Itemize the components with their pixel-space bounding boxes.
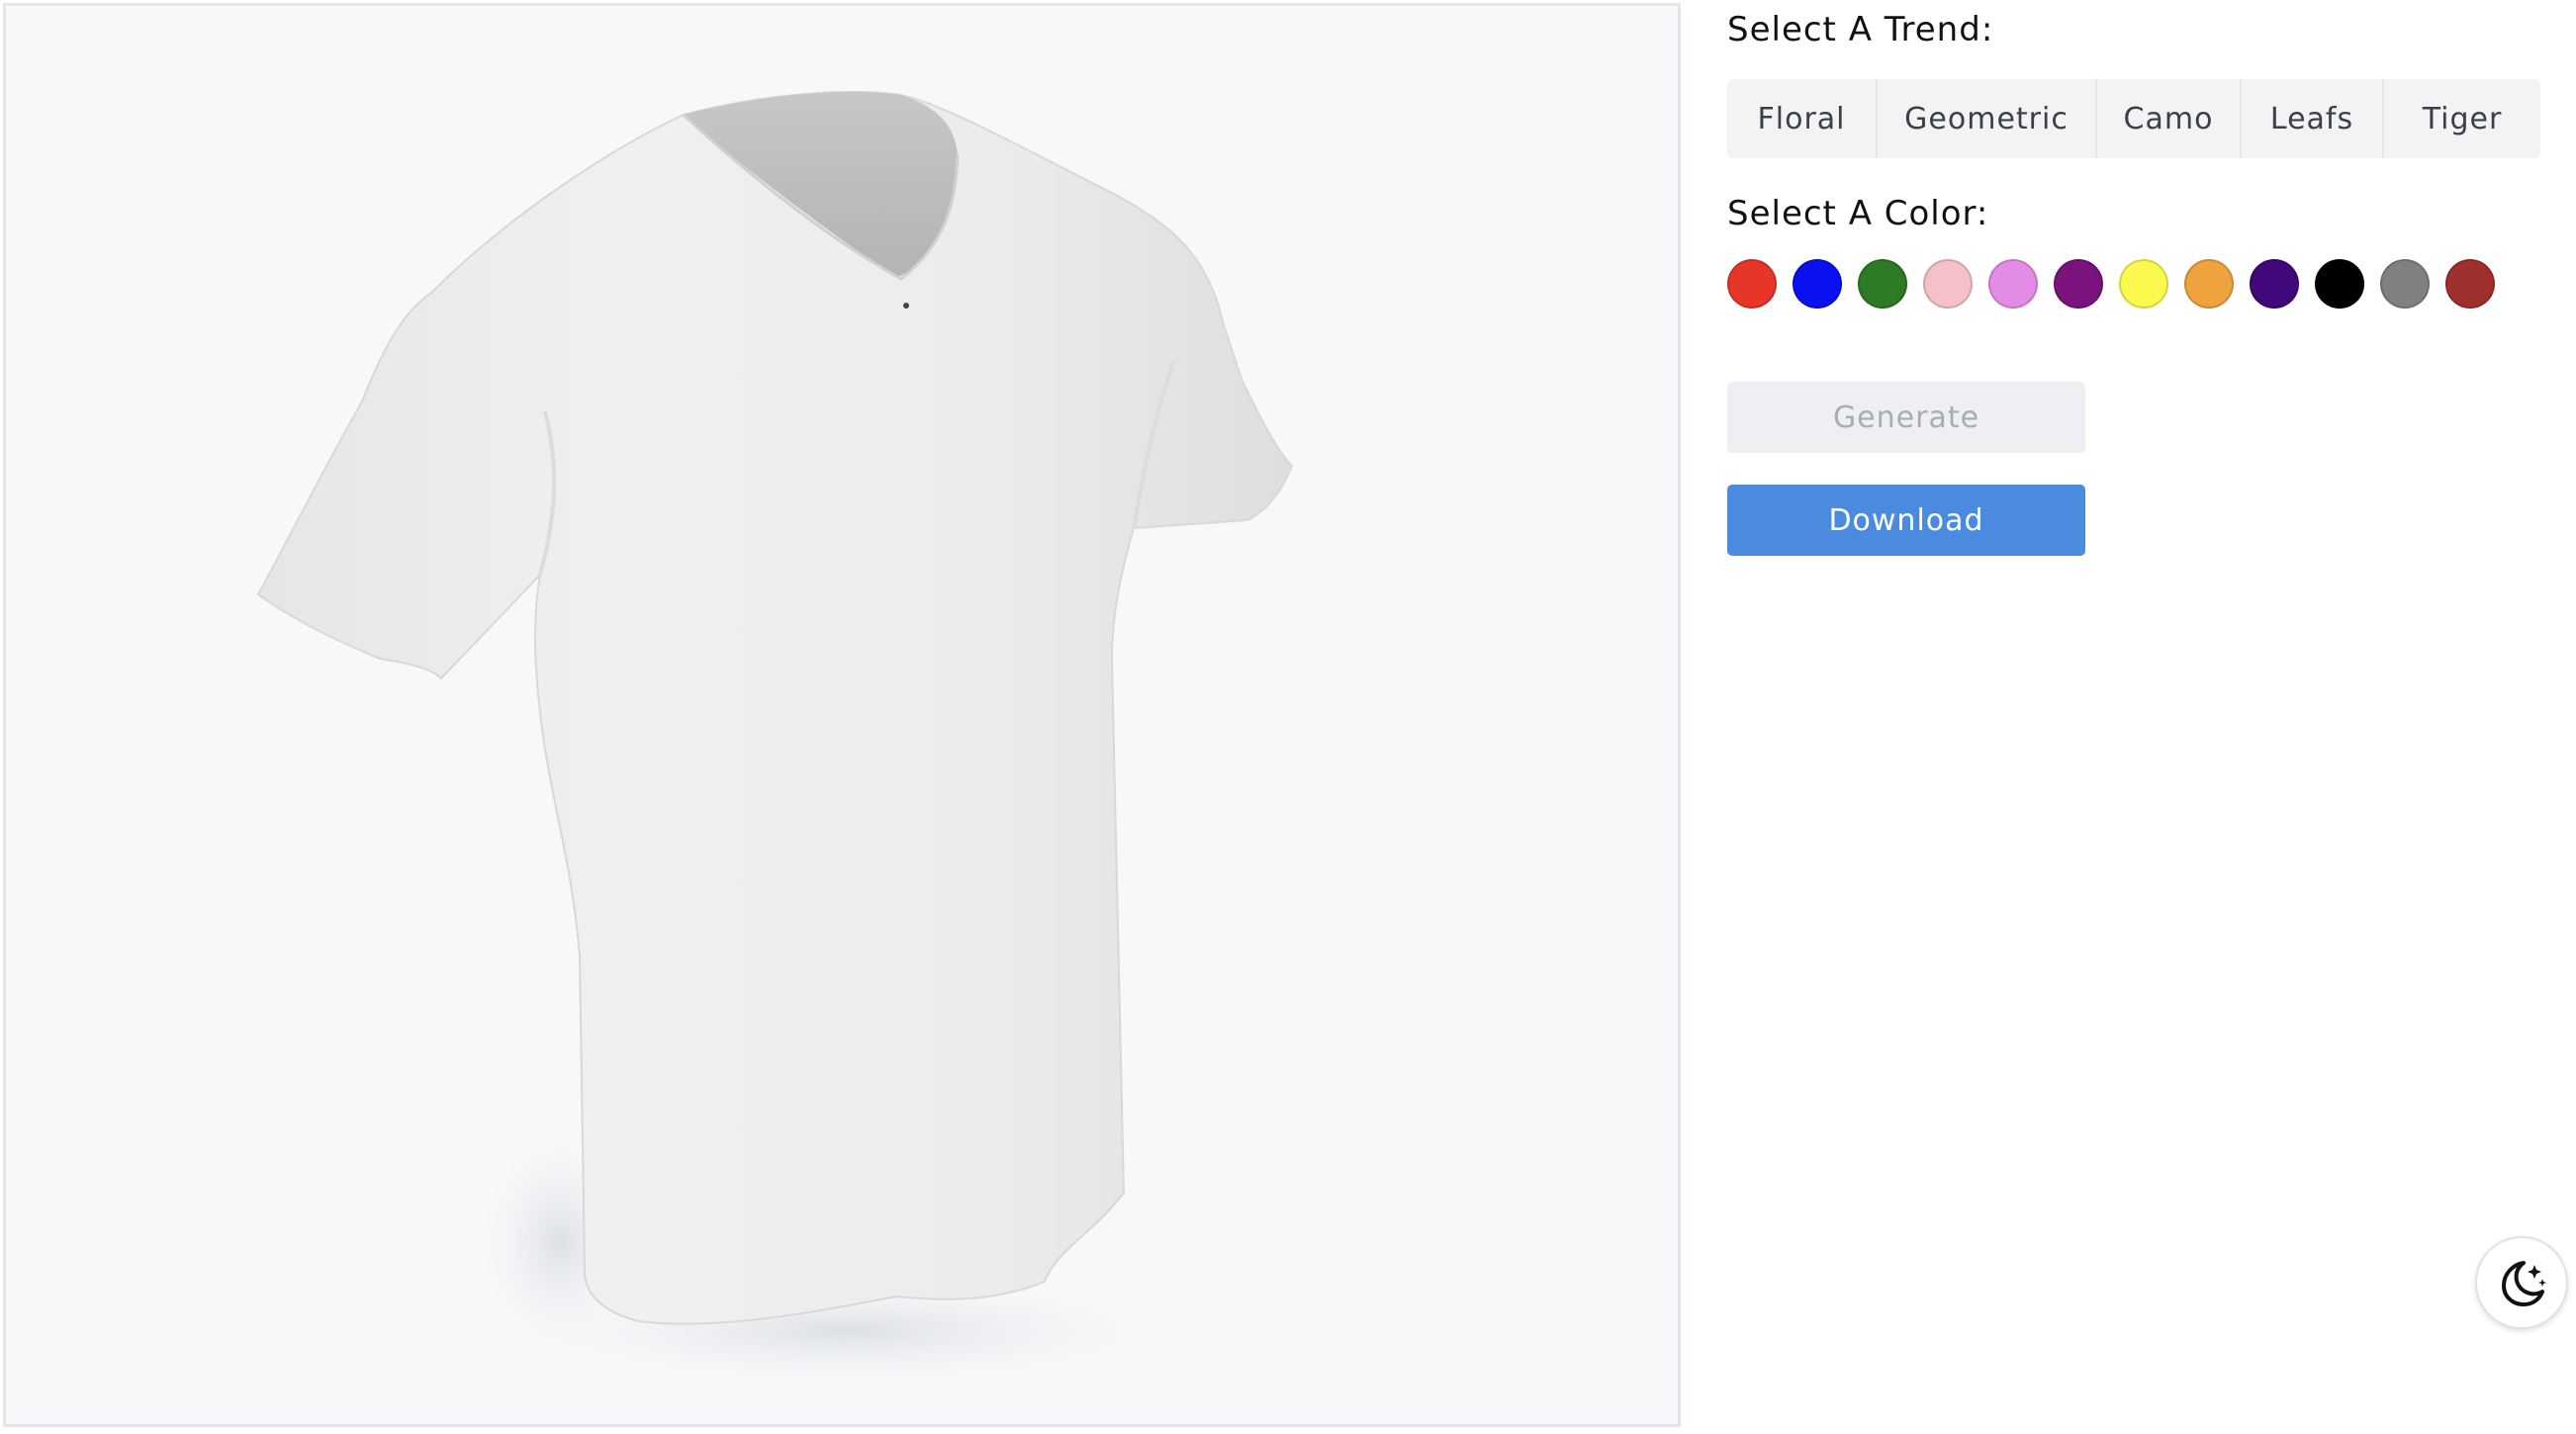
trend-option-tiger[interactable]: Tiger xyxy=(2384,79,2540,158)
color-swatch-purple[interactable] xyxy=(2054,259,2103,309)
theme-toggle-button[interactable] xyxy=(2475,1236,2568,1329)
tshirt-model xyxy=(256,90,1294,1390)
trend-selector: Floral Geometric Camo Leafs Tiger xyxy=(1727,79,2540,158)
model-viewer-canvas[interactable] xyxy=(3,3,1681,1427)
color-swatch-yellow[interactable] xyxy=(2119,259,2168,309)
trend-option-geometric[interactable]: Geometric xyxy=(1878,79,2097,158)
tshirt-customizer-app: Select A Trend: Floral Geometric Camo Le… xyxy=(0,0,2576,1434)
trend-option-camo[interactable]: Camo xyxy=(2097,79,2242,158)
color-swatch-brown[interactable] xyxy=(2445,259,2495,309)
trend-option-leafs[interactable]: Leafs xyxy=(2242,79,2384,158)
color-swatch-black[interactable] xyxy=(2315,259,2364,309)
color-swatch-violet[interactable] xyxy=(1988,259,2038,309)
download-button[interactable]: Download xyxy=(1727,485,2085,556)
color-swatch-gray[interactable] xyxy=(2380,259,2430,309)
color-swatch-blue[interactable] xyxy=(1793,259,1842,309)
color-section-label: Select A Color: xyxy=(1727,194,1989,233)
trend-option-floral[interactable]: Floral xyxy=(1727,79,1878,158)
color-swatch-green[interactable] xyxy=(1858,259,1907,309)
color-swatch-orange[interactable] xyxy=(2184,259,2234,309)
generate-button[interactable]: Generate xyxy=(1727,382,2085,453)
color-swatch-red[interactable] xyxy=(1727,259,1777,309)
moon-stars-icon xyxy=(2502,1261,2546,1306)
trend-section-label: Select A Trend: xyxy=(1727,10,1994,49)
customizer-panel: Select A Trend: Floral Geometric Camo Le… xyxy=(1727,0,2548,1434)
color-swatch-pink[interactable] xyxy=(1923,259,1973,309)
color-swatch-list xyxy=(1727,259,2495,313)
color-swatch-indigo[interactable] xyxy=(2250,259,2299,309)
